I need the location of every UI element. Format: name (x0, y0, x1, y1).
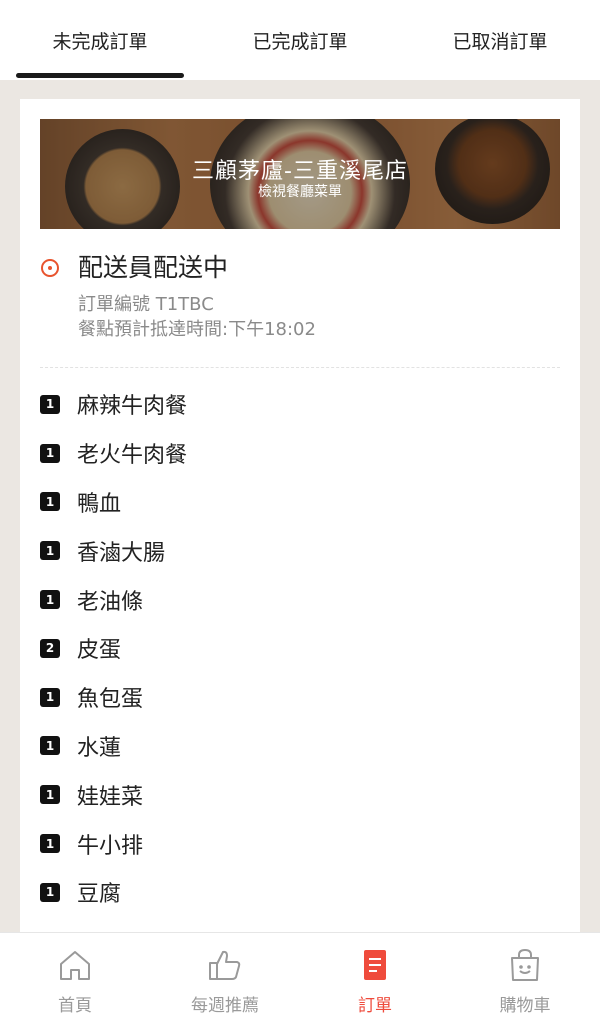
order-number: 訂單編號 T1TBC (78, 294, 214, 315)
order-item: 1 魚包蛋 (40, 673, 560, 722)
item-name: 老油條 (77, 589, 144, 615)
order-item: 1 水蓮 (40, 722, 560, 771)
tab-label: 未完成訂單 (52, 30, 148, 53)
item-name: 麻辣牛肉餐 (77, 394, 188, 420)
nav-label: 訂單 (358, 996, 392, 1016)
nav-label: 每週推薦 (191, 996, 259, 1016)
restaurant-banner[interactable]: 三顧茅廬-三重溪尾店 檢視餐廳菜單 (40, 119, 560, 229)
thumbs-up-icon (209, 950, 241, 980)
quantity-badge: 1 (40, 443, 60, 463)
tab-label: 已完成訂單 (252, 30, 348, 53)
dashed-divider (40, 367, 560, 368)
order-item: 1 牛小排 (40, 819, 560, 868)
order-item: 1 老火牛肉餐 (40, 429, 560, 478)
nav-home[interactable]: 首頁 (0, 933, 150, 1024)
tab-label: 已取消訂單 (452, 30, 548, 53)
delivery-status-icon (41, 259, 59, 277)
item-name: 豆腐 (77, 882, 122, 908)
tab-completed-orders[interactable]: 已完成訂單 (200, 0, 400, 80)
nav-label: 購物車 (499, 996, 551, 1016)
item-name: 水蓮 (77, 735, 122, 761)
tab-incomplete-orders[interactable]: 未完成訂單 (0, 0, 200, 80)
quantity-badge: 1 (40, 785, 60, 805)
home-icon (60, 951, 90, 980)
active-tab-indicator (16, 73, 184, 78)
nav-weekly-picks[interactable]: 每週推薦 (150, 933, 300, 1024)
order-item: 1 豆腐 (40, 868, 560, 917)
nav-orders[interactable]: 訂單 (300, 933, 450, 1024)
item-name: 香滷大腸 (77, 540, 166, 566)
bottom-navigation: 首頁 每週推薦 訂單 購物車 (0, 932, 600, 1024)
item-name: 牛小排 (77, 833, 144, 859)
nav-cart[interactable]: 購物車 (450, 933, 600, 1024)
quantity-badge: 1 (40, 687, 60, 707)
quantity-badge: 1 (40, 492, 60, 512)
order-tabs: 未完成訂單 已完成訂單 已取消訂單 (0, 0, 600, 80)
item-name: 娃娃菜 (77, 784, 144, 810)
quantity-badge: 1 (40, 394, 60, 414)
order-list-icon (364, 950, 386, 980)
item-name: 魚包蛋 (77, 687, 144, 713)
order-card: 三顧茅廬-三重溪尾店 檢視餐廳菜單 配送員配送中 訂單編號 T1TBC 餐點預計… (20, 99, 580, 999)
order-item: 1 老油條 (40, 575, 560, 624)
order-item: 1 娃娃菜 (40, 770, 560, 819)
quantity-badge: 1 (40, 590, 60, 610)
estimated-arrival: 餐點預計抵達時間:下午18:02 (78, 319, 316, 340)
delivery-status: 配送員配送中 (78, 253, 229, 282)
item-name: 鴨血 (77, 491, 122, 517)
view-menu-link[interactable]: 檢視餐廳菜單 (40, 181, 560, 201)
order-item: 1 鴨血 (40, 478, 560, 527)
quantity-badge: 1 (40, 882, 60, 902)
item-name: 老火牛肉餐 (77, 443, 188, 469)
order-item: 1 香滷大腸 (40, 526, 560, 575)
order-item: 2 皮蛋 (40, 624, 560, 673)
tab-cancelled-orders[interactable]: 已取消訂單 (400, 0, 600, 80)
quantity-badge: 2 (40, 638, 60, 658)
item-name: 皮蛋 (77, 638, 122, 664)
order-item: 1 麻辣牛肉餐 (40, 380, 560, 429)
shopping-bag-icon (511, 949, 539, 981)
nav-label: 首頁 (58, 996, 92, 1016)
order-items-list: 1 麻辣牛肉餐 1 老火牛肉餐 1 鴨血 1 香滷大腸 1 老油條 2 皮蛋 1 魚包蛋 1水… (40, 380, 560, 917)
quantity-badge: 1 (40, 834, 60, 854)
quantity-badge: 1 (40, 736, 60, 756)
quantity-badge: 1 (40, 541, 60, 561)
